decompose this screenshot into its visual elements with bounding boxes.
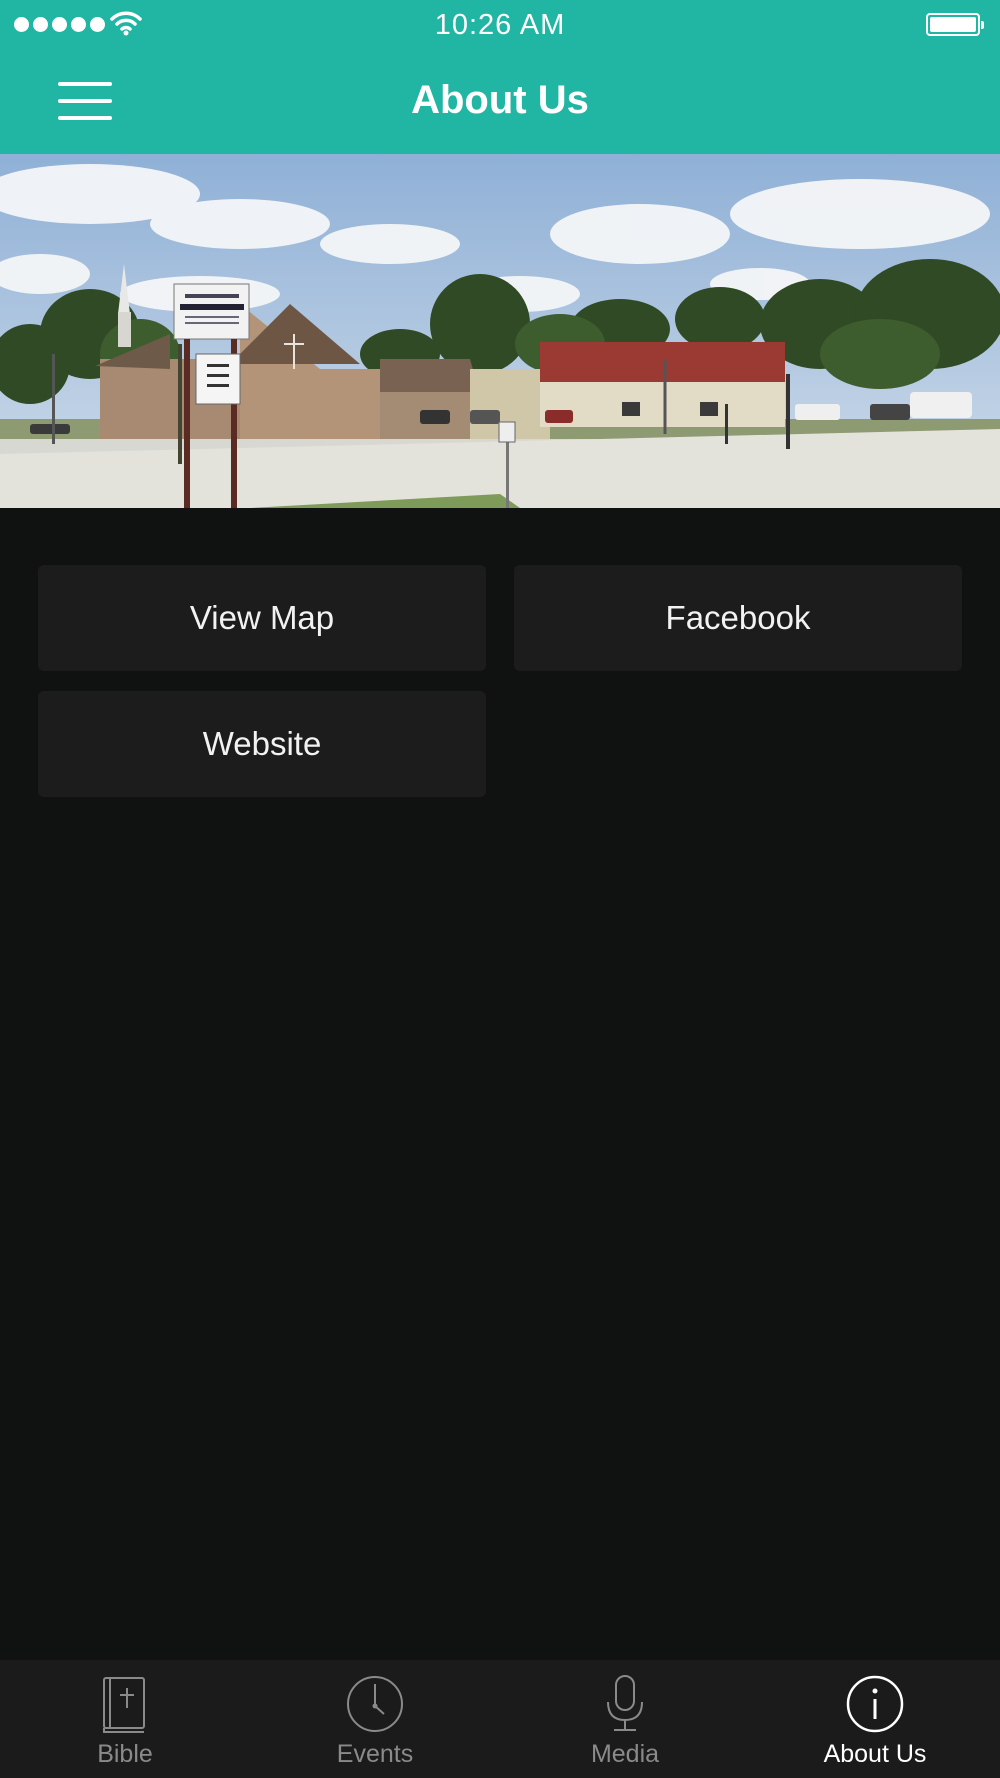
- info-icon: [846, 1675, 904, 1733]
- status-bar: 10:26 AM: [0, 0, 1000, 50]
- tab-about-us[interactable]: About Us: [750, 1660, 1000, 1778]
- tab-events-label: Events: [336, 1740, 414, 1768]
- website-button[interactable]: Website: [38, 691, 486, 797]
- clock-icon: [347, 1676, 403, 1732]
- navigation-bar: About Us: [0, 50, 1000, 154]
- tab-media-label: Media: [590, 1740, 660, 1768]
- status-time: 10:26 AM: [434, 9, 566, 41]
- facebook-button[interactable]: Facebook: [514, 565, 962, 671]
- tab-bible[interactable]: Bible: [0, 1660, 250, 1778]
- bible-icon: [103, 1677, 145, 1733]
- facebook-label: Facebook: [665, 599, 811, 636]
- view-map-label: View Map: [189, 599, 335, 636]
- battery-icon: [926, 13, 984, 36]
- tab-bible-label: Bible: [97, 1740, 153, 1768]
- tab-events[interactable]: Events: [250, 1660, 500, 1778]
- microphone-icon: [607, 1675, 643, 1731]
- page-title: About Us: [411, 78, 589, 122]
- church-building-photo: [0, 154, 1000, 508]
- tab-media[interactable]: Media: [500, 1660, 750, 1778]
- view-map-button[interactable]: View Map: [38, 565, 486, 671]
- tab-about-us-label: About Us: [823, 1740, 927, 1768]
- tab-bar: Bible Events Media About Us: [0, 1660, 1000, 1778]
- website-label: Website: [202, 725, 322, 762]
